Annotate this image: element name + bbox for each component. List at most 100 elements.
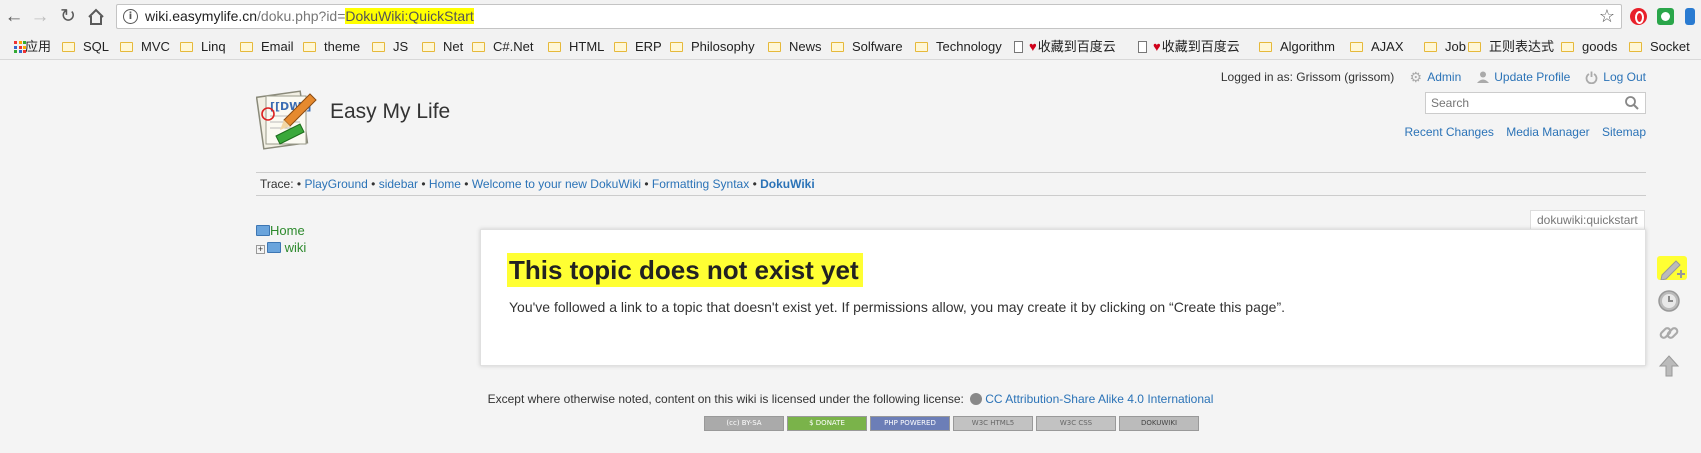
bookmark-3[interactable]: MVC <box>120 34 170 60</box>
bookmark-1[interactable]: 应用 <box>7 34 51 60</box>
blue-extension-icon[interactable] <box>1685 8 1695 25</box>
logged-in-text: Logged in as: Grissom (grissom) <box>1220 70 1395 84</box>
bookmark-star-icon[interactable]: ☆ <box>1599 6 1615 27</box>
bookmark-2[interactable]: SQL <box>62 34 109 60</box>
site-title[interactable]: Easy My Life <box>330 99 450 125</box>
bookmark-label: Philosophy <box>691 39 755 54</box>
folder-icon <box>831 42 844 52</box>
bookmark-19[interactable]: AJAX <box>1350 34 1404 60</box>
bookmarks-bar: 应用 SQL MVC Linq Email theme JS Net C#.Net HTML ERP… <box>0 34 1701 60</box>
info-icon[interactable]: i <box>123 9 138 24</box>
bookmark-5[interactable]: Email <box>240 34 294 60</box>
search-icon[interactable] <box>1624 95 1640 111</box>
w3c-css-badge[interactable]: W3C CSS <box>1036 416 1116 431</box>
bookmark-13[interactable]: News <box>768 34 822 60</box>
trace-item-welcome[interactable]: Welcome to your new DokuWiki <box>472 177 641 191</box>
search-input[interactable] <box>1425 92 1646 114</box>
bookmark-15[interactable]: Technology <box>915 34 1002 60</box>
expand-icon[interactable]: + <box>256 245 265 254</box>
dokuwiki-logo[interactable]: [[DW]] <box>255 86 320 152</box>
admin-link[interactable]: Admin <box>1427 69 1461 85</box>
bookmark-12[interactable]: Philosophy <box>670 34 755 60</box>
bookmark-11[interactable]: ERP <box>614 34 662 60</box>
bookmark-label: C#.Net <box>493 39 534 54</box>
sitemap-link[interactable]: Sitemap <box>1602 125 1646 139</box>
folder-icon <box>915 42 928 52</box>
recent-changes-link[interactable]: Recent Changes <box>1405 125 1494 139</box>
user-icon <box>1476 71 1489 84</box>
bookmark-label: JS <box>393 39 409 54</box>
heart-icon: ♥ <box>1153 39 1161 54</box>
license-text: Except where otherwise noted, content on… <box>487 392 964 406</box>
opera-extension-icon[interactable] <box>1630 8 1647 25</box>
bookmark-6[interactable]: theme <box>303 34 360 60</box>
url-text[interactable]: wiki.easymylife.cn/doku.php?id=DokuWiki:… <box>145 8 474 25</box>
folder-icon <box>1350 42 1363 52</box>
bookmark-21[interactable]: 正则表达式 <box>1468 34 1554 60</box>
browser-toolbar: ← → ↻ i wiki.easymylife.cn/doku.php?id=D… <box>0 0 1701 34</box>
breadcrumb: Trace: • PlayGround • sidebar • Home • W… <box>260 177 815 191</box>
folder-icon <box>768 42 781 52</box>
apps-grid-icon <box>14 41 26 53</box>
bookmark-8[interactable]: Net <box>422 34 463 60</box>
bookmark-label: MVC <box>141 39 170 54</box>
back-button[interactable]: ← <box>2 5 26 29</box>
reload-button[interactable]: ↻ <box>56 5 80 29</box>
folder-icon <box>548 42 561 52</box>
media-manager-link[interactable]: Media Manager <box>1506 125 1589 139</box>
trace-item-formatting-syntax[interactable]: Formatting Syntax <box>652 177 749 191</box>
home-button[interactable] <box>84 5 108 29</box>
address-bar[interactable]: i wiki.easymylife.cn/doku.php?id=DokuWik… <box>116 4 1622 29</box>
url-host: wiki.easymylife.cn <box>145 8 258 24</box>
tree-item-home[interactable]: Home <box>256 223 305 239</box>
trace-item-sidebar[interactable]: sidebar <box>379 177 418 191</box>
create-page-pencil-icon[interactable] <box>1657 256 1687 281</box>
bookmark-10[interactable]: HTML <box>548 34 604 60</box>
bookmark-17[interactable]: ♥收藏到百度云 <box>1138 34 1240 60</box>
bookmark-4[interactable]: Linq <box>180 34 226 60</box>
trace-item-dokuwiki[interactable]: DokuWiki <box>760 177 815 191</box>
php-powered-badge[interactable]: PHP POWERED <box>870 416 950 431</box>
bookmark-18[interactable]: Algorithm <box>1259 34 1335 60</box>
back-to-top-arrow-icon[interactable] <box>1657 354 1681 378</box>
folder-icon <box>120 42 133 52</box>
w3c-html5-badge[interactable]: W3C HTML5 <box>953 416 1033 431</box>
bookmark-22[interactable]: goods <box>1561 34 1617 60</box>
cc-by-sa-badge[interactable]: (cc) BY-SA <box>704 416 784 431</box>
log-out-link[interactable]: Log Out <box>1603 69 1646 85</box>
bookmark-9[interactable]: C#.Net <box>472 34 533 60</box>
bookmark-label: Linq <box>201 39 226 54</box>
bookmark-14[interactable]: Solfware <box>831 34 903 60</box>
bookmark-23[interactable]: Socket <box>1629 34 1690 60</box>
folder-icon <box>1629 42 1642 52</box>
heart-icon: ♥ <box>1029 39 1037 54</box>
bookmark-label: theme <box>324 39 361 54</box>
license-link[interactable]: CC Attribution-Share Alike 4.0 Internati… <box>985 392 1213 406</box>
bookmark-7[interactable]: JS <box>372 34 408 60</box>
tree-home-link[interactable]: Home <box>270 223 305 238</box>
trace-item-home[interactable]: Home <box>429 177 461 191</box>
folder-icon <box>472 42 485 52</box>
bookmark-label: Net <box>443 39 464 54</box>
gear-icon: ⚙ <box>1409 68 1423 85</box>
folder-icon <box>303 42 316 52</box>
tree-item-wiki[interactable]: + wiki <box>256 240 306 256</box>
update-profile-link[interactable]: Update Profile <box>1494 69 1570 85</box>
backlinks-chain-icon[interactable] <box>1657 321 1681 345</box>
donate-badge[interactable]: $ DONATE <box>787 416 867 431</box>
old-revisions-clock-icon[interactable] <box>1657 289 1681 313</box>
green-extension-icon[interactable] <box>1657 8 1674 25</box>
bookmark-label: Technology <box>936 39 1002 54</box>
bookmark-16[interactable]: ♥收藏到百度云 <box>1014 34 1116 60</box>
bookmark-label: Job <box>1445 39 1466 54</box>
folder-icon <box>372 42 385 52</box>
bookmark-label: HTML <box>569 39 605 54</box>
bookmark-20[interactable]: Job <box>1424 34 1466 60</box>
bookmark-label: 收藏到百度云 <box>1161 39 1240 54</box>
trace-item-playground[interactable]: PlayGround <box>304 177 367 191</box>
tree-wiki-link[interactable]: wiki <box>285 240 307 255</box>
bookmark-label: AJAX <box>1371 39 1404 54</box>
dokuwiki-badge[interactable]: DOKUWIKI <box>1119 416 1199 431</box>
forward-button[interactable]: → <box>28 5 52 29</box>
user-tools: Logged in as: Grissom (grissom) ⚙ Admin … <box>1221 69 1646 85</box>
